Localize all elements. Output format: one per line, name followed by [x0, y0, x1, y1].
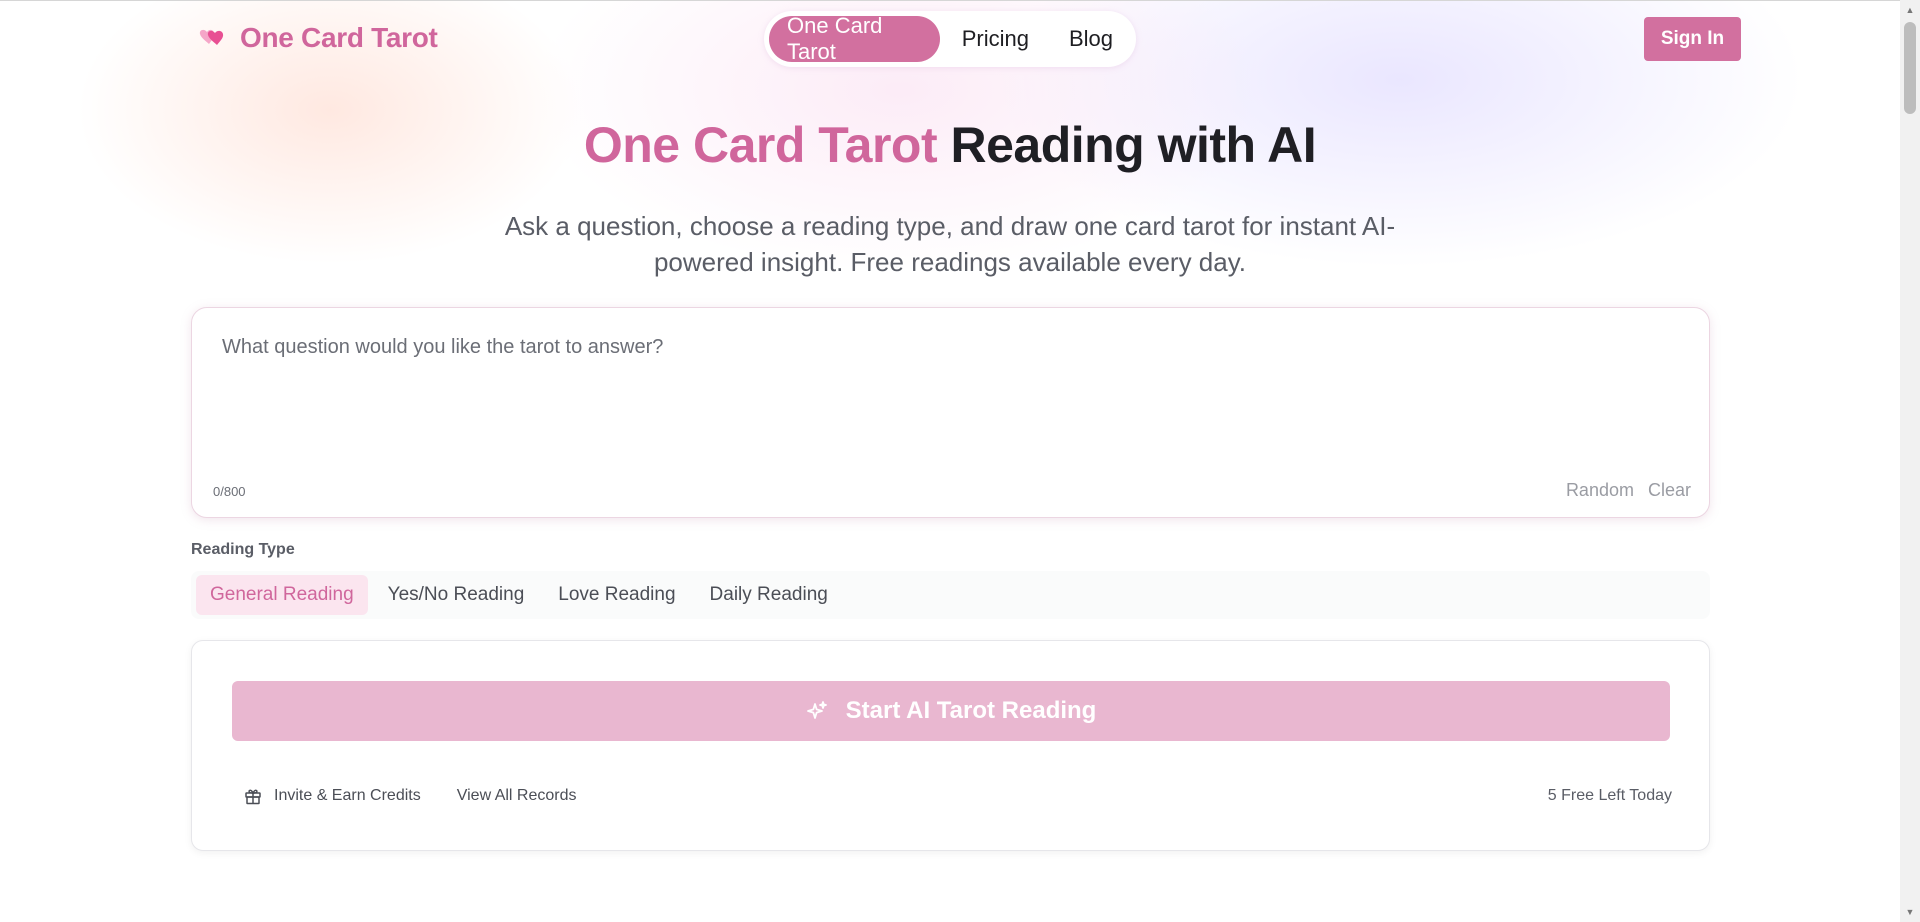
clear-button[interactable]: Clear	[1648, 480, 1691, 501]
nav-one-card-tarot[interactable]: One Card Tarot	[769, 13, 940, 64]
page-scrollbar[interactable]: ▲ ▼	[1900, 0, 1920, 922]
reading-type-tabs: General Reading Yes/No Reading Love Read…	[191, 571, 1710, 619]
scroll-up-arrow-icon[interactable]: ▲	[1900, 2, 1920, 18]
gift-icon	[244, 787, 262, 805]
sign-in-button[interactable]: Sign In	[1644, 17, 1741, 61]
invite-link[interactable]: Invite & Earn Credits	[244, 787, 421, 805]
start-reading-button[interactable]: Start AI Tarot Reading	[232, 681, 1670, 741]
reading-action-card: Start AI Tarot Reading Invite & Earn Cre…	[191, 640, 1710, 851]
tab-love-reading[interactable]: Love Reading	[544, 575, 689, 615]
logo-link[interactable]: One Card Tarot	[198, 22, 438, 54]
start-reading-label: Start AI Tarot Reading	[845, 697, 1097, 724]
nav-blog[interactable]: Blog	[1051, 16, 1131, 62]
sparkle-icon	[806, 700, 828, 722]
title-rest: Reading with AI	[937, 117, 1317, 173]
question-input[interactable]	[222, 336, 1672, 456]
nav-pricing[interactable]: Pricing	[944, 16, 1047, 62]
free-readings-left: 5 Free Left Today	[1547, 787, 1672, 804]
tab-general-reading[interactable]: General Reading	[196, 575, 368, 615]
hearts-icon	[198, 24, 226, 52]
card-footer: Invite & Earn Credits View All Records 5…	[244, 781, 1672, 811]
scrollbar-thumb[interactable]	[1904, 22, 1916, 114]
logo-text: One Card Tarot	[240, 22, 438, 53]
page-title: One Card Tarot Reading with AI	[0, 116, 1900, 174]
tab-yes-no-reading[interactable]: Yes/No Reading	[374, 575, 539, 615]
reading-type-label: Reading Type	[191, 541, 295, 558]
random-button[interactable]: Random	[1566, 480, 1634, 501]
title-accent: One Card Tarot	[583, 117, 938, 173]
char-counter: 0/800	[213, 484, 246, 499]
tab-daily-reading[interactable]: Daily Reading	[696, 575, 842, 615]
page-subtitle: Ask a question, choose a reading type, a…	[504, 211, 1396, 277]
site-header: One Card Tarot One Card Tarot Pricing Bl…	[0, 0, 1900, 80]
main-nav: One Card Tarot Pricing Blog	[764, 11, 1136, 67]
view-all-records-link[interactable]: View All Records	[457, 787, 577, 805]
invite-label: Invite & Earn Credits	[274, 787, 421, 804]
scroll-down-arrow-icon[interactable]: ▼	[1900, 904, 1920, 920]
question-box: 0/800 Random Clear	[191, 307, 1710, 518]
question-actions: Random Clear	[1566, 480, 1691, 501]
